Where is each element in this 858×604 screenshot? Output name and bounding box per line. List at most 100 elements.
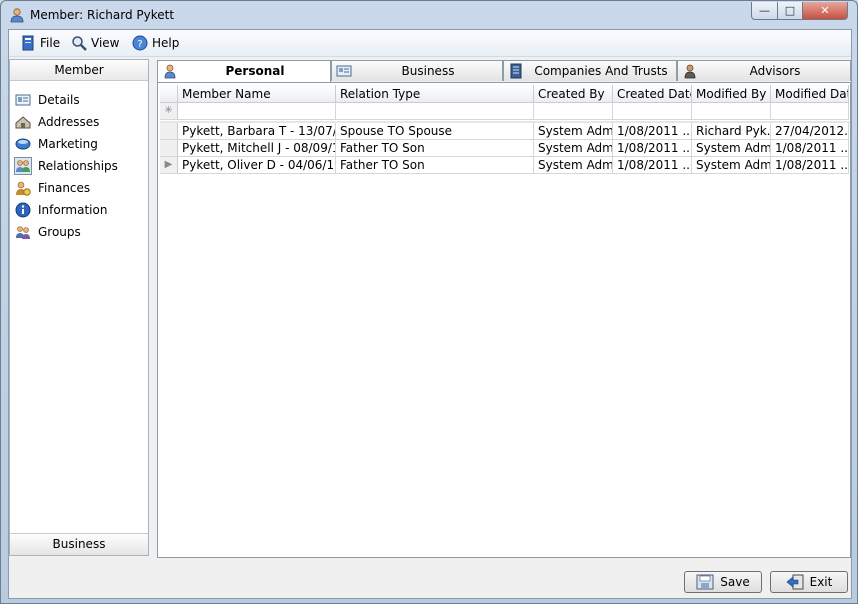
close-button[interactable]: ✕ — [802, 2, 848, 20]
sidebar-item-finances[interactable]: Finances — [14, 178, 142, 198]
marketing-icon — [14, 135, 32, 153]
menu-view-label: View — [91, 36, 120, 50]
table-cell[interactable]: Father TO Son — [336, 140, 534, 157]
new-row-cell[interactable] — [534, 103, 613, 120]
table-cell[interactable]: Pykett, Barbara T - 13/07/19... — [178, 123, 336, 140]
menu-file-label: File — [40, 36, 61, 50]
column-header-created-date[interactable]: Created Date — [613, 85, 692, 103]
column-header-created-by[interactable]: Created By — [534, 85, 613, 103]
new-row-cell[interactable] — [336, 103, 534, 120]
client-area: File View ? Help Member Details Addresses… — [8, 29, 852, 599]
tab-personal[interactable]: Personal — [157, 60, 331, 83]
table-cell[interactable]: Father TO Son — [336, 157, 534, 174]
column-header-relation-type[interactable]: Relation Type — [336, 85, 534, 103]
close-icon: ✕ — [820, 4, 830, 17]
sidebar-footer-business[interactable]: Business — [10, 533, 148, 555]
sidebar-item-label: Information — [38, 203, 108, 217]
table-cell[interactable]: System Admi... — [534, 140, 613, 157]
save-label: Save — [720, 575, 750, 589]
help-icon: ? — [132, 35, 148, 51]
minimize-icon: — — [759, 4, 770, 17]
sidebar-item-addresses[interactable]: Addresses — [14, 112, 142, 132]
tab-business-label: Business — [401, 64, 455, 78]
row-header[interactable] — [160, 140, 178, 157]
table-cell[interactable]: 1/08/2011 ... — [613, 123, 692, 140]
menu-view[interactable]: View — [71, 34, 119, 52]
save-icon — [696, 574, 714, 590]
sidebar-item-label: Finances — [38, 181, 91, 195]
tab-advisors[interactable]: Advisors — [677, 60, 851, 81]
column-header-member-name[interactable]: Member Name — [178, 85, 336, 103]
tab-advisors-label: Advisors — [749, 64, 801, 78]
menu-file[interactable]: File — [20, 34, 60, 52]
column-header-modified-by[interactable]: Modified By — [692, 85, 771, 103]
tab-business[interactable]: Business — [331, 60, 503, 81]
row-header[interactable] — [160, 123, 178, 140]
magnifier-icon — [72, 36, 87, 51]
exit-label: Exit — [809, 575, 833, 589]
table-cell[interactable]: System Admi... — [534, 123, 613, 140]
exit-icon — [786, 574, 804, 590]
sidebar-item-details[interactable]: Details — [14, 90, 142, 110]
menu-bar: File View ? Help — [9, 30, 851, 57]
sidebar-item-label: Addresses — [38, 115, 100, 129]
table-cell[interactable]: System Admi... — [534, 157, 613, 174]
window-title: Member: Richard Pykett — [30, 8, 175, 22]
person-icon — [164, 64, 176, 79]
sidebar-header[interactable]: Member — [10, 60, 148, 81]
finances-icon — [14, 179, 32, 197]
tab-companies-label: Companies And Trusts — [534, 64, 668, 78]
sidebar-item-label: Details — [38, 93, 80, 107]
sidebar-item-label: Groups — [38, 225, 81, 239]
new-row-cell[interactable] — [692, 103, 771, 120]
svg-text:?: ? — [137, 39, 142, 50]
current-row-arrow-icon[interactable]: ▶ — [160, 157, 178, 174]
save-button[interactable]: Save — [684, 571, 762, 593]
file-icon — [22, 35, 34, 51]
sidebar-item-information[interactable]: Information — [14, 200, 142, 220]
table-cell[interactable]: System Admi... — [692, 140, 771, 157]
title-bar[interactable]: Member: Richard Pykett — □ ✕ — [1, 1, 857, 29]
new-row-cell[interactable] — [613, 103, 692, 120]
groups-icon — [14, 223, 32, 241]
relationships-icon — [14, 157, 32, 175]
table-cell[interactable]: Spouse TO Spouse — [336, 123, 534, 140]
information-icon — [14, 201, 32, 219]
sidebar-item-groups[interactable]: Groups — [14, 222, 142, 242]
advisor-icon — [684, 64, 696, 79]
table-cell[interactable]: Pykett, Oliver D - 04/06/1996 — [178, 157, 336, 174]
tab-strip: Personal Business Companies And Trusts A… — [157, 60, 851, 83]
maximize-icon: □ — [784, 4, 796, 17]
details-icon — [14, 91, 32, 109]
tab-companies-and-trusts[interactable]: Companies And Trusts — [503, 60, 677, 81]
table-cell[interactable]: 1/08/2011 ... — [771, 157, 849, 174]
member-sidebar: Member Details Addresses Marketing Relation… — [9, 59, 149, 556]
minimize-button[interactable]: — — [751, 2, 778, 20]
table-cell[interactable]: 1/08/2011 ... — [613, 140, 692, 157]
table-cell[interactable]: 27/04/2012... — [771, 123, 849, 140]
menu-help-label: Help — [152, 36, 180, 50]
table-cell[interactable]: System Admi... — [692, 157, 771, 174]
new-row-cell[interactable] — [771, 103, 849, 120]
menu-help[interactable]: ? Help — [132, 34, 179, 52]
member-window: Member: Richard Pykett — □ ✕ File View ?… — [0, 0, 858, 604]
member-app-icon — [10, 8, 24, 23]
maximize-button[interactable]: □ — [777, 2, 803, 20]
addresses-icon — [14, 113, 32, 131]
database-icon — [510, 63, 522, 79]
table-cell[interactable]: Richard Pyk... — [692, 123, 771, 140]
new-row-cell[interactable] — [178, 103, 336, 120]
table-cell[interactable]: Pykett, Mitchell J - 08/09/1992 — [178, 140, 336, 157]
exit-button[interactable]: Exit — [770, 571, 848, 593]
table-cell[interactable]: 1/08/2011 ... — [771, 140, 849, 157]
relationships-panel: Member Name Relation Type Created By Create… — [157, 82, 851, 558]
grid-corner-header[interactable] — [160, 85, 178, 103]
column-header-modified-date[interactable]: Modified Date — [771, 85, 849, 103]
table-cell[interactable]: 1/08/2011 ... — [613, 157, 692, 174]
new-row-marker-icon[interactable]: ✳ — [160, 103, 178, 120]
sidebar-item-label: Marketing — [38, 137, 98, 151]
sidebar-item-label: Relationships — [38, 159, 118, 173]
business-card-icon — [336, 65, 352, 77]
sidebar-item-relationships[interactable]: Relationships — [14, 156, 142, 176]
sidebar-item-marketing[interactable]: Marketing — [14, 134, 142, 154]
